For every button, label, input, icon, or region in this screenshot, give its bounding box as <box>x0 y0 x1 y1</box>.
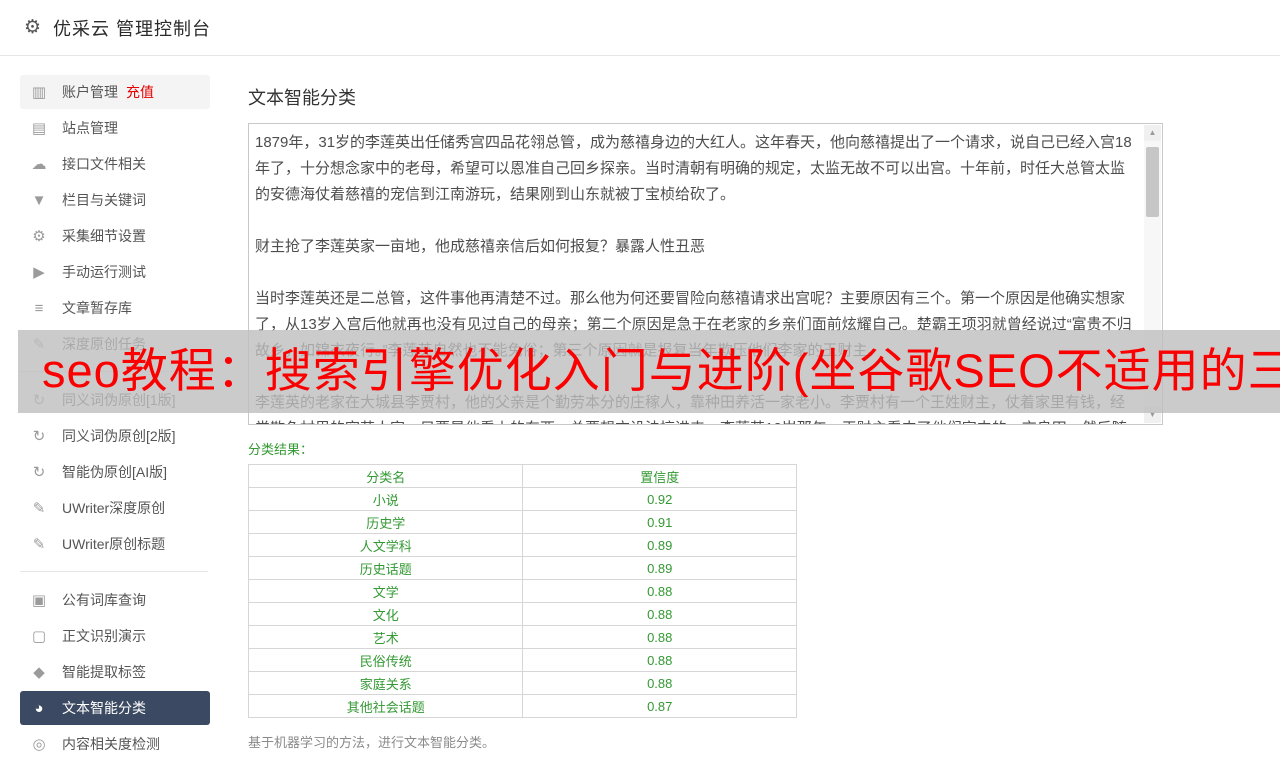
category-cell: 历史话题 <box>247 556 524 580</box>
sidebar-item-manual-run-test[interactable]: ▶ 手动运行测试 <box>20 254 210 290</box>
database-icon: ≡ <box>34 299 44 317</box>
sidebar-item-label: 同义词伪原创[2版] <box>62 428 176 444</box>
confidence-cell: 0.91 <box>522 510 797 534</box>
edit-icon: ✎ <box>32 536 46 553</box>
category-cell: 其他社会话题 <box>247 694 524 718</box>
watermark-banner: seo教程：搜索引擎优化入门与进阶(坐谷歌SEO不适用的三个基 <box>18 330 1280 413</box>
table-row: 历史学 0.91 <box>247 510 797 534</box>
sidebar-item-label: 智能伪原创[AI版] <box>62 464 168 480</box>
confidence-cell: 0.92 <box>522 487 797 511</box>
column-header-confidence: 置信度 <box>522 464 797 488</box>
sidebar-item-label: 栏目与关键词 <box>62 192 146 208</box>
sidebar-item-label: 手动运行测试 <box>62 264 146 280</box>
sidebar-item-label: 公有词库查询 <box>62 592 146 608</box>
page-title: 文本智能分类 <box>248 88 356 108</box>
refresh-icon: ↻ <box>32 428 46 445</box>
category-cell: 文化 <box>247 602 524 626</box>
confidence-cell: 0.88 <box>522 671 797 695</box>
table-row: 文化 0.88 <box>247 602 797 626</box>
sidebar-item-content-relevance-check[interactable]: ◎ 内容相关度检测 <box>20 726 210 762</box>
cloud-upload-icon: ☁ <box>31 156 47 173</box>
sidebar-item-smart-tag-extraction[interactable]: ◆ 智能提取标签 <box>20 654 210 690</box>
sidebar-item-label: 文本智能分类 <box>62 700 146 716</box>
confidence-cell: 0.88 <box>522 648 797 672</box>
sidebar-item-label: 内容相关度检测 <box>62 736 160 752</box>
sidebar-item-ai-rewrite[interactable]: ↻ 智能伪原创[AI版] <box>20 454 210 490</box>
confidence-cell: 0.87 <box>522 694 797 718</box>
monitor-icon: ▢ <box>31 628 47 645</box>
gear-icon[interactable]: ⚙ <box>24 16 41 39</box>
book-icon: ▣ <box>31 592 47 609</box>
table-row: 其他社会话题 0.87 <box>247 694 797 718</box>
sidebar-item-columns-keywords[interactable]: ▼ 栏目与关键词 <box>20 182 210 218</box>
table-row: 民俗传统 0.88 <box>247 648 797 672</box>
gears-icon: ⚙ <box>32 228 46 245</box>
sidebar-item-content-recognition-demo[interactable]: ▢ 正文识别演示 <box>20 618 210 654</box>
footer-note: 基于机器学习的方法，进行文本智能分类。 <box>248 735 496 750</box>
sidebar-item-label: 站点管理 <box>62 120 118 136</box>
sidebar-item-article-staging[interactable]: ≡ 文章暂存库 <box>20 290 210 326</box>
play-circle-icon: ▶ <box>33 264 45 281</box>
tag-icon: ◆ <box>33 664 45 681</box>
category-cell: 人文学科 <box>247 533 524 557</box>
sidebar-item-uwriter-original-title[interactable]: ✎ UWriter原创标题 <box>20 526 210 562</box>
pie-chart-icon: ◕ <box>34 699 44 717</box>
category-cell: 文学 <box>247 579 524 603</box>
sidebar-item-site-management[interactable]: ▤ 站点管理 <box>20 110 210 146</box>
confidence-cell: 0.88 <box>522 579 797 603</box>
paragraph: 1879年，31岁的李莲英出任储秀宫四品花翎总管，成为慈禧身边的大红人。这年春天… <box>255 134 1132 203</box>
scrollbar-thumb[interactable] <box>1146 147 1159 217</box>
watermark-text: seo教程：搜索引擎优化入门与进阶(坐谷歌SEO不适用的三个基 <box>42 344 1280 397</box>
bar-chart-icon: ▥ <box>31 84 47 101</box>
filter-icon: ▼ <box>31 191 47 209</box>
table-row: 人文学科 0.89 <box>247 533 797 557</box>
sidebar-item-label: 采集细节设置 <box>62 228 146 244</box>
scroll-up-icon[interactable]: ▲ <box>1144 125 1161 141</box>
confidence-cell: 0.89 <box>522 533 797 557</box>
sidebar-item-public-lexicon-query[interactable]: ▣ 公有词库查询 <box>20 582 210 618</box>
refresh-icon: ↻ <box>32 464 46 481</box>
sidebar-item-synonym-rewrite-v2[interactable]: ↻ 同义词伪原创[2版] <box>20 418 210 454</box>
sidebar-item-interface-files[interactable]: ☁ 接口文件相关 <box>20 146 210 182</box>
column-header-category: 分类名 <box>247 464 524 488</box>
table-row: 文学 0.88 <box>247 579 797 603</box>
sidebar-item-label: UWriter原创标题 <box>62 536 166 552</box>
table-header-row: 分类名 置信度 <box>247 464 797 488</box>
server-list-icon: ▤ <box>31 120 47 137</box>
category-cell: 家庭关系 <box>247 671 524 695</box>
edit-icon: ✎ <box>32 500 46 517</box>
table-row: 艺术 0.88 <box>247 625 797 649</box>
top-bar: ⚙ 优采云 管理控制台 <box>0 0 1280 56</box>
table-row: 小说 0.92 <box>247 487 797 511</box>
sidebar-item-label: 正文识别演示 <box>62 628 146 644</box>
classification-table: 分类名 置信度 小说 0.92 历史学 0.91 人文学科 0.89 历史话题 … <box>247 464 797 718</box>
sidebar-item-label: 接口文件相关 <box>62 156 146 172</box>
category-cell: 历史学 <box>247 510 524 534</box>
app-title: 优采云 管理控制台 <box>53 18 212 39</box>
sidebar-item-text-classification[interactable]: ◕ 文本智能分类 <box>20 691 210 725</box>
sidebar-item-label: 文章暂存库 <box>62 300 132 316</box>
sidebar-item-collection-settings[interactable]: ⚙ 采集细节设置 <box>20 218 210 254</box>
table-row: 历史话题 0.89 <box>247 556 797 580</box>
table-row: 家庭关系 0.88 <box>247 671 797 695</box>
sidebar-item-account-management[interactable]: ▥ 账户管理 充值 <box>20 75 210 109</box>
confidence-cell: 0.88 <box>522 602 797 626</box>
category-cell: 艺术 <box>247 625 524 649</box>
paragraph: 财主抢了李莲英家一亩地，他成慈禧亲信后如何报复？暴露人性丑恶 <box>255 238 706 255</box>
sidebar-item-label: 账户管理 <box>62 84 118 100</box>
sidebar-item-label: 智能提取标签 <box>62 664 146 680</box>
sidebar-item-uwriter-deep-original[interactable]: ✎ UWriter深度原创 <box>20 490 210 526</box>
relevance-icon: ◎ <box>32 736 46 753</box>
sidebar-item-label: UWriter深度原创 <box>62 500 166 516</box>
confidence-cell: 0.88 <box>522 625 797 649</box>
result-label: 分类结果： <box>248 442 314 457</box>
confidence-cell: 0.89 <box>522 556 797 580</box>
category-cell: 民俗传统 <box>247 648 524 672</box>
category-cell: 小说 <box>247 487 524 511</box>
recharge-link[interactable]: 充值 <box>126 82 154 102</box>
sidebar-divider <box>20 571 208 572</box>
